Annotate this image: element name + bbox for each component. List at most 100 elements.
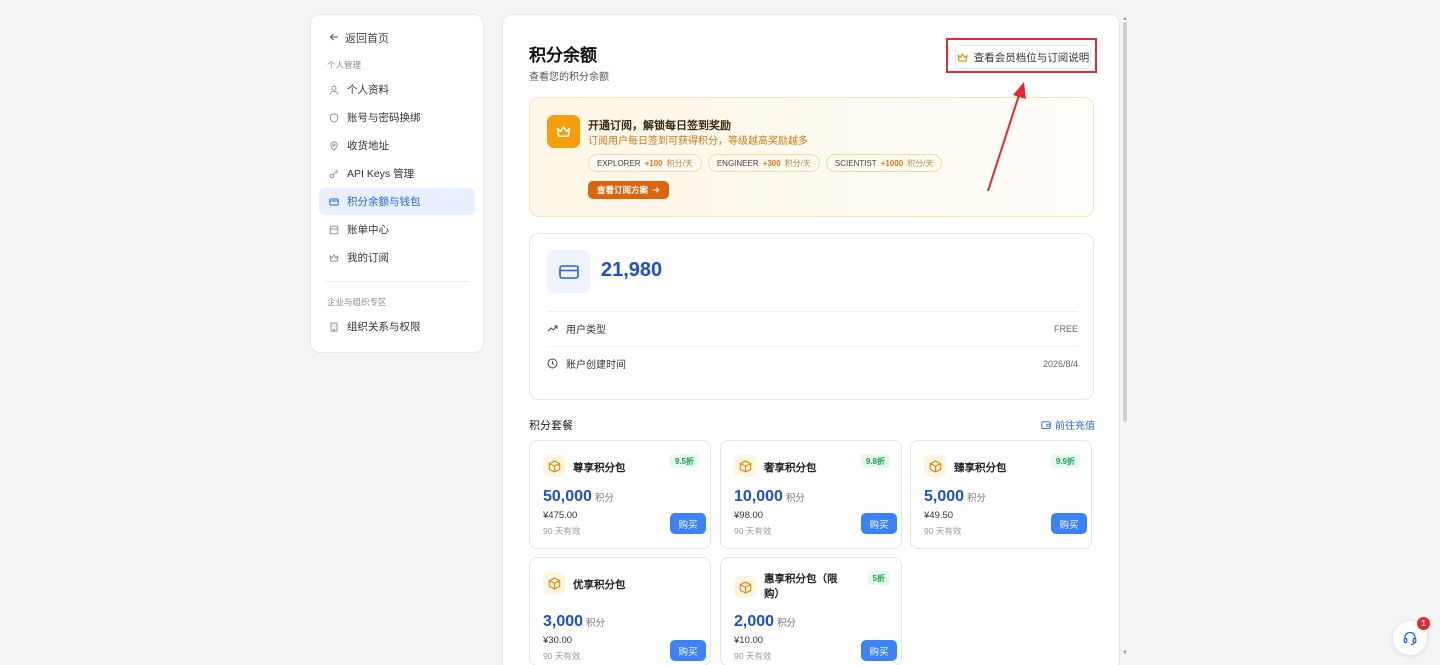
sidebar-divider xyxy=(325,281,469,282)
scroll-down-arrow-icon[interactable]: ▼ xyxy=(1122,650,1128,656)
tier-name: ENGINEER xyxy=(716,158,759,168)
sidebar-item-account-security[interactable]: 账号与密码换绑 xyxy=(319,104,475,131)
view-plans-button[interactable]: 查看订阅方案 xyxy=(588,181,669,199)
highlight-annotation-box xyxy=(946,38,1097,73)
sidebar-item-label: 我的订阅 xyxy=(347,252,389,264)
building-icon xyxy=(330,322,338,332)
sidebar-item-wallet[interactable]: 积分余额与钱包 xyxy=(319,188,475,215)
sidebar-item-organization[interactable]: 组织关系与权限 xyxy=(319,313,475,340)
balance-amount: 21,980 xyxy=(601,259,663,281)
sidebar-item-label: API Keys 管理 xyxy=(347,168,415,180)
main-scrollbar[interactable] xyxy=(1121,14,1128,659)
sidebar-item-subscription[interactable]: 我的订阅 xyxy=(319,244,475,271)
section-title-personal: 个人管理 xyxy=(327,60,362,70)
package-validity: 90 天有效 xyxy=(734,526,772,536)
package-card: 优享积分包 3,000 积分 ¥30.00 90 天有效 购买 xyxy=(529,557,711,665)
package-name: 奢享积分包 xyxy=(764,462,817,474)
trending-up-icon xyxy=(547,325,558,332)
package-name: 优享积分包 xyxy=(573,579,626,591)
tier-badge-explorer: EXPLORER +100 积分/天 xyxy=(588,154,702,172)
discount-badge: 9.8折 xyxy=(860,454,890,468)
key-icon xyxy=(329,169,339,178)
package-card: 尊享积分包 9.5折 50,000 积分 ¥475.00 90 天有效 购买 xyxy=(529,440,711,549)
points-unit: 积分 xyxy=(777,618,797,629)
points-unit: 积分 xyxy=(594,493,614,504)
crown-icon xyxy=(329,253,339,262)
tier-name: SCIENTIST xyxy=(834,158,877,168)
package-validity: 90 天有效 xyxy=(734,651,772,661)
points-unit: 积分 xyxy=(785,493,805,504)
go-recharge-label: 前往充值 xyxy=(1055,421,1095,432)
page-title: 积分余额 xyxy=(529,46,597,65)
package-price: ¥10.00 xyxy=(734,635,764,646)
user-icon xyxy=(329,85,339,94)
sidebar-item-label: 积分余额与钱包 xyxy=(347,196,421,208)
promo-title: 开通订阅，解锁每日签到奖励 xyxy=(588,120,731,132)
package-price: ¥49.50 xyxy=(924,510,954,521)
buy-button[interactable]: 购买 xyxy=(670,640,706,661)
package-amount: 50,000 xyxy=(543,488,592,505)
sidebar-item-label: 收货地址 xyxy=(347,140,389,152)
page-subtitle: 查看您的积分余额 xyxy=(529,72,609,83)
package-price: ¥98.00 xyxy=(734,510,764,521)
arrow-right-icon xyxy=(652,187,660,193)
annotation-arrow-icon xyxy=(987,82,1026,192)
buy-button[interactable]: 购买 xyxy=(861,640,897,661)
package-price: ¥475.00 xyxy=(543,510,578,521)
package-name: 惠享积分包（限购） xyxy=(764,573,838,600)
clock-icon xyxy=(547,358,558,369)
shield-icon xyxy=(329,112,339,123)
back-home-link[interactable]: 返回首页 xyxy=(319,27,475,47)
packages-heading: 积分套餐 xyxy=(529,420,573,432)
buy-button[interactable]: 购买 xyxy=(670,513,706,534)
created-at-row: 账户创建时间 2026/8/4 xyxy=(547,346,1078,380)
package-card: 奢享积分包 9.8折 10,000 积分 ¥98.00 90 天有效 购买 xyxy=(720,440,902,549)
discount-badge: 9.5折 xyxy=(669,454,699,468)
section-title-enterprise: 企业与组织专区 xyxy=(327,297,387,307)
arrow-left-icon xyxy=(329,32,339,45)
tier-bonus: +100 xyxy=(644,158,663,168)
package-price: ¥30.00 xyxy=(543,635,573,646)
package-amount: 10,000 xyxy=(734,488,783,505)
box-icon xyxy=(924,455,946,477)
created-at-label: 账户创建时间 xyxy=(566,360,626,371)
package-validity: 90 天有效 xyxy=(543,526,581,536)
crown-icon xyxy=(547,115,580,148)
created-at-value: 2026/8/4 xyxy=(1042,358,1078,369)
credit-card-icon xyxy=(547,250,590,293)
package-name: 尊享积分包 xyxy=(573,462,626,474)
go-recharge-link[interactable]: 前往充值 xyxy=(1041,417,1095,432)
buy-button[interactable]: 购买 xyxy=(1051,513,1087,534)
view-plans-label: 查看订阅方案 xyxy=(596,185,648,195)
sidebar-item-address[interactable]: 收货地址 xyxy=(319,132,475,159)
discount-badge: 9.9折 xyxy=(1050,454,1080,468)
sidebar-item-profile[interactable]: 个人资料 xyxy=(319,76,475,103)
receipt-icon xyxy=(329,225,339,234)
box-icon xyxy=(734,455,756,477)
tier-unit: 积分/天 xyxy=(907,158,934,168)
sidebar-item-label: 组织关系与权限 xyxy=(347,321,421,333)
location-pin-icon xyxy=(330,140,338,151)
sidebar-item-billing[interactable]: 账单中心 xyxy=(319,216,475,243)
package-card: 惠享积分包（限购） 5折 2,000 积分 ¥10.00 90 天有效 购买 xyxy=(720,557,902,665)
points-unit: 积分 xyxy=(967,493,987,504)
scrollbar-thumb[interactable] xyxy=(1123,22,1127,422)
sidebar-item-api-keys[interactable]: API Keys 管理 xyxy=(319,160,475,187)
sidebar-item-label: 账单中心 xyxy=(347,224,389,236)
customer-support-button[interactable]: 1 xyxy=(1392,617,1430,656)
promo-description: 订阅用户每日签到可获得积分，等级越高奖励越多 xyxy=(588,136,808,147)
discount-badge: 5折 xyxy=(867,571,890,585)
back-home-label: 返回首页 xyxy=(345,33,389,45)
tier-bonus: +300 xyxy=(762,158,781,168)
points-unit: 积分 xyxy=(586,618,606,629)
notification-badge: 1 xyxy=(1417,617,1430,630)
package-validity: 90 天有效 xyxy=(543,651,581,661)
package-validity: 90 天有效 xyxy=(924,526,962,536)
box-icon xyxy=(734,576,756,598)
tier-name: EXPLORER xyxy=(597,158,641,168)
buy-button[interactable]: 购买 xyxy=(861,513,897,534)
sidebar-item-label: 个人资料 xyxy=(347,84,389,96)
balance-card: 21,980 用户类型 FREE 账户创建时间 2026/8/4 xyxy=(529,233,1094,400)
user-type-value: FREE xyxy=(1053,323,1078,334)
sidebar-item-label: 账号与密码换绑 xyxy=(347,112,421,124)
